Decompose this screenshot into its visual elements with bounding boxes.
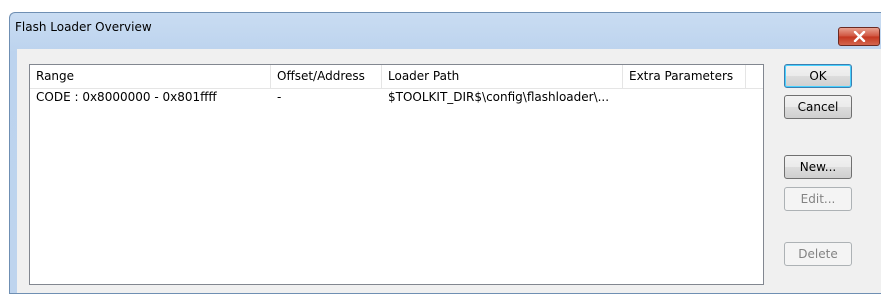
flash-loader-overview-dialog: Flash Loader Overview Range Offset/Addre…: [9, 12, 881, 294]
ok-button[interactable]: OK: [784, 64, 852, 88]
column-header-loader-path[interactable]: Loader Path: [382, 65, 623, 88]
new-button[interactable]: New...: [784, 155, 852, 179]
cancel-button[interactable]: Cancel: [784, 95, 852, 119]
table-row[interactable]: CODE : 0x8000000 - 0x801ffff - $TOOLKIT_…: [30, 88, 763, 106]
cell-extra-parameters: [623, 88, 746, 106]
close-button[interactable]: [838, 27, 880, 46]
close-icon: [853, 31, 866, 42]
loader-list[interactable]: Range Offset/Address Loader Path Extra P…: [29, 64, 764, 285]
list-header: Range Offset/Address Loader Path Extra P…: [30, 65, 763, 89]
cell-range: CODE : 0x8000000 - 0x801ffff: [36, 90, 217, 104]
cell-loader-path: $TOOLKIT_DIR$\config\flashloader\...: [388, 90, 610, 104]
dialog-client-area: Range Offset/Address Loader Path Extra P…: [17, 49, 881, 293]
column-header-offset[interactable]: Offset/Address: [271, 65, 382, 88]
delete-button: Delete: [784, 242, 852, 266]
title-bar[interactable]: Flash Loader Overview: [10, 13, 881, 46]
window-title: Flash Loader Overview: [15, 20, 152, 34]
column-header-extra-parameters[interactable]: Extra Parameters: [623, 65, 746, 88]
column-header-range[interactable]: Range: [30, 65, 271, 88]
cell-offset: -: [277, 90, 282, 104]
edit-button: Edit...: [784, 187, 852, 211]
